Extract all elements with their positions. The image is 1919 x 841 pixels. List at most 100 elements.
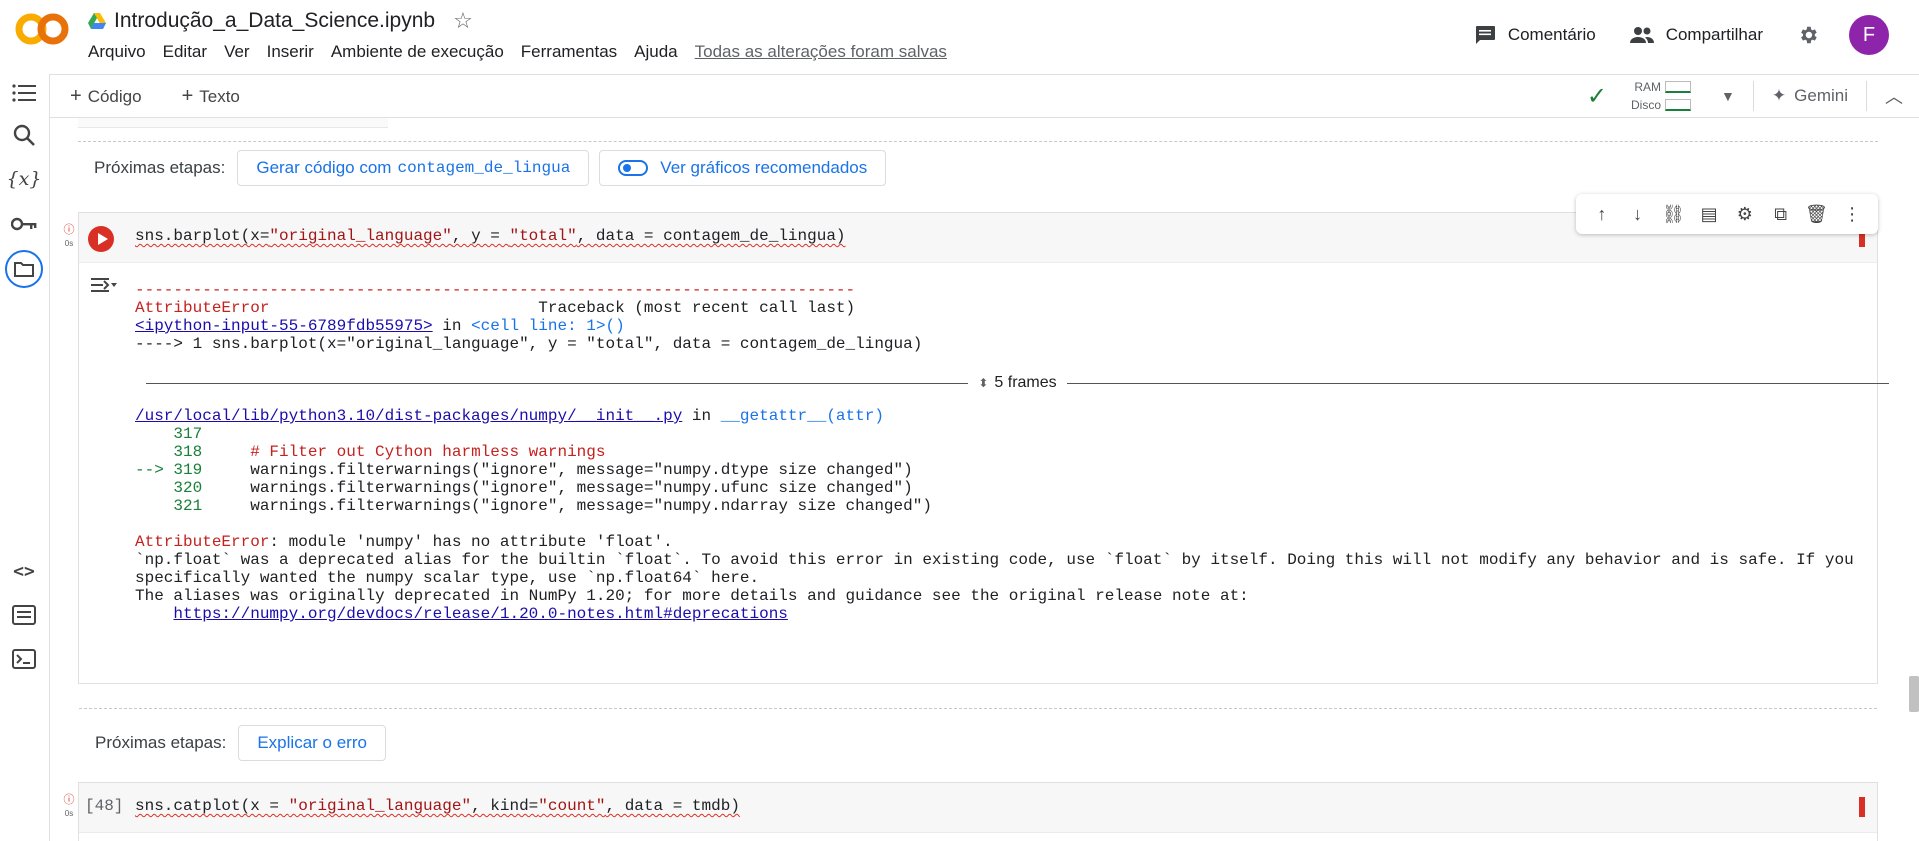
add-code-button[interactable]: + Código	[70, 85, 162, 108]
ram-bar	[1665, 81, 1692, 93]
next-steps-bar-2: Próximas etapas: Explicar o erro	[79, 713, 1879, 773]
left-sidebar: {x} <>	[0, 74, 50, 841]
search-icon[interactable]	[9, 120, 39, 150]
notebook-toolbar: + Código + Texto ✓ RAM Disco ▼ ✦ Gemini ︿	[50, 74, 1919, 118]
recommended-charts-text: Ver gráficos recomendados	[660, 158, 868, 177]
output-divider	[79, 708, 1877, 709]
save-status-link[interactable]: Todas as alterações foram salvas	[695, 42, 947, 62]
menu-ferramentas[interactable]: Ferramentas	[521, 42, 617, 62]
menu-ambiente-execucao[interactable]: Ambiente de execução	[331, 42, 504, 62]
menu-arquivo[interactable]: Arquivo	[88, 42, 146, 62]
menu-bar: Arquivo Editar Ver Inserir Ambiente de e…	[88, 42, 964, 62]
app-header: Introdução_a_Data_Science.ipynb ☆ Arquiv…	[0, 0, 1919, 74]
explain-error-text: Explicar o erro	[257, 733, 367, 752]
code-cell[interactable]: ⓘ 0s sns.barplot(x="original_language", y…	[64, 212, 1889, 761]
toc-icon[interactable]	[9, 78, 39, 108]
generate-code-text: Gerar código com	[256, 158, 392, 177]
key-icon[interactable]	[9, 209, 39, 239]
code-editor-2[interactable]: [48] sns.catplot(x = "original_language"…	[79, 783, 1877, 833]
share-button[interactable]: Compartilhar	[1629, 25, 1763, 45]
scrollbar-thumb[interactable]	[1909, 676, 1919, 712]
code-snippets-icon[interactable]: <>	[9, 556, 39, 586]
output-actions-icon[interactable]	[91, 275, 117, 295]
people-icon	[1629, 27, 1654, 43]
header-actions: Comentário Compartilhar F	[1474, 12, 1919, 58]
menu-ver[interactable]: Ver	[224, 42, 250, 62]
menu-editar[interactable]: Editar	[163, 42, 207, 62]
recommended-charts-chip[interactable]: Ver gráficos recomendados	[599, 150, 887, 186]
traceback-text: ----------------------------------------…	[135, 281, 1854, 623]
disk-label: Disco	[1631, 98, 1662, 112]
notebook-title[interactable]: Introdução_a_Data_Science.ipynb	[114, 9, 435, 33]
add-text-label: Texto	[199, 86, 240, 106]
menu-inserir[interactable]: Inserir	[267, 42, 314, 62]
frames-rule-right	[1066, 382, 1889, 384]
error-status-icon: ⓘ 0s	[61, 221, 77, 248]
error-status-icon-2: ⓘ 0s	[61, 791, 77, 818]
share-label: Compartilhar	[1665, 25, 1763, 44]
google-drive-icon[interactable]	[88, 13, 106, 29]
collapse-header-icon[interactable]: ︿	[1885, 83, 1903, 109]
resource-monitor[interactable]: RAM Disco	[1623, 78, 1692, 114]
user-avatar[interactable]: F	[1849, 15, 1889, 55]
disk-bar	[1665, 99, 1692, 111]
generate-code-chip[interactable]: Gerar código com contagem_de_lingua	[237, 150, 590, 186]
menu-ajuda[interactable]: Ajuda	[634, 42, 677, 62]
add-code-label: Código	[87, 86, 142, 106]
input-link[interactable]: <ipython-input-55-6789fdb55975>	[135, 317, 433, 335]
gemini-button[interactable]: ✦ Gemini	[1772, 86, 1848, 106]
more-options-icon[interactable]: ⋮	[1840, 204, 1864, 225]
runtime-dropdown-icon[interactable]: ▼	[1721, 88, 1735, 104]
ram-label: RAM	[1634, 80, 1662, 94]
code-line[interactable]: sns.barplot(x="original_language", y = "…	[135, 227, 846, 245]
next-steps-label: Próximas etapas:	[94, 158, 226, 177]
terminal-icon[interactable]	[9, 644, 39, 674]
file-link[interactable]: /usr/local/lib/python3.10/dist-packages/…	[135, 407, 682, 425]
connected-check-icon: ✓	[1586, 82, 1608, 110]
collapsed-frames[interactable]: ⬍ 5 frames	[146, 372, 1889, 394]
gemini-label: Gemini	[1794, 86, 1848, 105]
previous-cell-fragment	[78, 118, 388, 128]
cell-output: ----------------------------------------…	[79, 263, 1889, 683]
title-row: Introdução_a_Data_Science.ipynb ☆	[88, 8, 473, 34]
divider	[1866, 81, 1867, 111]
code-line-2[interactable]: sns.catplot(x = "original_language", kin…	[135, 797, 740, 815]
exec-time: 0s	[64, 239, 74, 248]
cell-settings-icon[interactable]: ⚙	[1733, 204, 1757, 225]
mirror-cell-icon[interactable]: ⧉	[1769, 204, 1793, 225]
move-up-icon[interactable]: ↑	[1590, 204, 1614, 225]
generate-code-variable: contagem_de_lingua	[397, 159, 571, 177]
sparkle-icon: ✦	[1771, 86, 1787, 105]
explain-error-chip[interactable]: Explicar o erro	[238, 725, 386, 761]
comment-button[interactable]: Comentário	[1474, 25, 1596, 45]
add-text-button[interactable]: + Texto	[182, 85, 260, 108]
link-icon[interactable]: ⛓	[1661, 204, 1685, 225]
cell-toolbar: ↑ ↓ ⛓ ▤ ⚙ ⧉ 🗑 ⋮	[1576, 194, 1878, 234]
release-notes-link[interactable]: https://numpy.org/devdocs/release/1.20.0…	[173, 605, 788, 623]
next-steps-label-2: Próximas etapas:	[95, 733, 227, 752]
plus-icon: +	[70, 85, 82, 107]
run-cell-button[interactable]	[88, 226, 114, 252]
folder-icon[interactable]	[5, 250, 43, 288]
chart-toggle-icon	[618, 160, 649, 176]
command-palette-icon[interactable]	[9, 600, 39, 630]
variables-icon[interactable]: {x}	[7, 164, 42, 194]
insert-buttons: + Código + Texto	[70, 85, 280, 108]
divider	[1752, 81, 1754, 111]
comment-cell-icon[interactable]: ▤	[1697, 204, 1721, 225]
next-steps-bar: Próximas etapas: Gerar código com contag…	[78, 139, 1878, 197]
comment-icon	[1475, 26, 1495, 44]
exec-time-2: 0s	[64, 809, 74, 818]
settings-gear-icon[interactable]	[1797, 24, 1819, 46]
notebook-content: Próximas etapas: Gerar código com contag…	[50, 118, 1919, 841]
error-marker-2	[1859, 797, 1865, 817]
frames-rule-left	[146, 382, 969, 384]
code-cell-2[interactable]: ⓘ 0s [48] sns.catplot(x = "original_langu…	[64, 782, 1878, 841]
colab-logo[interactable]	[14, 12, 70, 46]
star-icon[interactable]: ☆	[453, 10, 473, 32]
move-down-icon[interactable]: ↓	[1626, 204, 1650, 225]
frames-label: 5 frames	[994, 374, 1057, 391]
delete-cell-icon[interactable]: 🗑	[1804, 204, 1828, 225]
plus-icon: +	[181, 85, 194, 107]
execution-count: [48]	[85, 797, 124, 815]
